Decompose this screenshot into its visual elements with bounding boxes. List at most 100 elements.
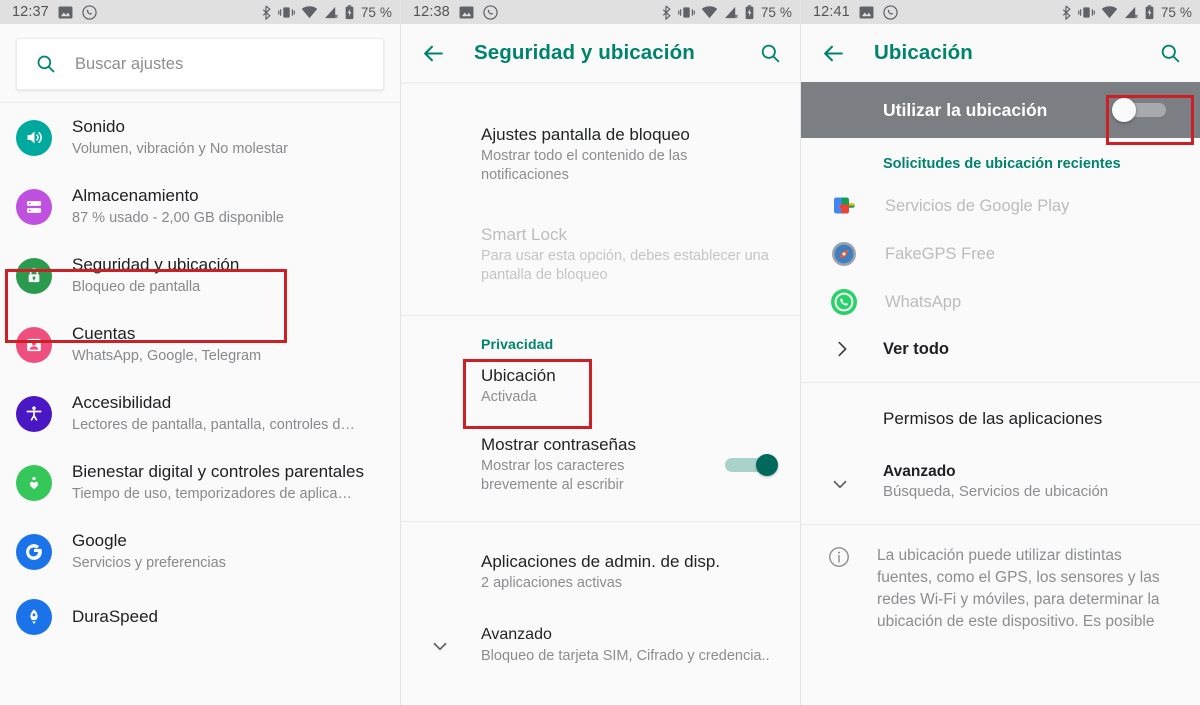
row-title: Ubicación — [481, 366, 556, 385]
battery-percent: 75 % — [1160, 4, 1192, 20]
row-ajustes-pantalla-bloqueo[interactable]: Ajustes pantalla de bloqueo Mostrar todo… — [401, 107, 800, 201]
search-icon — [37, 55, 55, 73]
row-desc: Mostrar todo el contenido de las notific… — [481, 148, 688, 183]
item-subtitle: Bloqueo de pantalla — [72, 279, 201, 295]
use-location-toggle[interactable] — [1112, 98, 1166, 122]
page-title: Seguridad y ubicación — [474, 41, 695, 64]
status-bar-right-3: 75 % — [1061, 5, 1192, 20]
section-header-privacidad: Privacidad — [481, 336, 554, 352]
divider-admin — [401, 521, 800, 522]
status-bar-left-2: 12:38 — [413, 4, 498, 20]
item-title: Sonido — [72, 117, 125, 136]
item-title: Seguridad y ubicación — [72, 255, 240, 274]
toggle-knob — [756, 454, 778, 476]
settings-item-sonido[interactable]: Sonido Volumen, vibración y No molestar — [0, 103, 400, 172]
row-desc: Bloqueo de tarjeta SIM, Cifrado y creden… — [481, 648, 770, 664]
settings-item-bienestar-digital[interactable]: Bienestar digital y controles parentales… — [0, 448, 400, 517]
item-title: Bienestar digital y controles parentales — [72, 462, 364, 481]
item-subtitle: WhatsApp, Google, Telegram — [72, 348, 262, 364]
status-clock: 12:38 — [413, 4, 450, 20]
toggle-knob — [1112, 98, 1136, 122]
three-screenshot-strip: 12:37 75 % Buscar ajustes Sonido Volumen… — [0, 0, 1200, 705]
status-bar-right-1: 75 % — [261, 5, 392, 20]
bluetooth-icon — [262, 4, 271, 20]
page-title: Ubicación — [874, 41, 973, 64]
permissions-label: Permisos de las aplicaciones — [883, 409, 1103, 428]
storage-icon — [16, 188, 52, 225]
row-desc: Búsqueda, Servicios de ubicación — [883, 483, 1109, 500]
app-bar-2: Seguridad y ubicación — [401, 24, 800, 82]
app-request-fakegps[interactable]: FakeGPS Free — [801, 230, 1200, 278]
use-location-master-row[interactable]: Utilizar la ubicación — [801, 82, 1200, 138]
location-info-note: La ubicación puede utilizar distintas fu… — [801, 525, 1200, 633]
settings-item-text: Seguridad y ubicación Bloqueo de pantall… — [72, 254, 239, 297]
battery-charging-icon — [1145, 4, 1154, 19]
back-arrow-icon[interactable] — [821, 41, 846, 66]
master-label: Utilizar la ubicación — [883, 99, 1048, 120]
account-icon — [16, 326, 52, 363]
search-input[interactable]: Buscar ajustes — [16, 38, 384, 90]
settings-item-text: Cuentas WhatsApp, Google, Telegram — [72, 323, 261, 366]
photo-icon — [859, 5, 874, 19]
row-smart-lock: Smart Lock Para usar esta opción, debes … — [401, 201, 800, 301]
search-icon[interactable] — [759, 42, 782, 65]
row-avanzado-location[interactable]: Avanzado Búsqueda, Servicios de ubicació… — [801, 453, 1200, 514]
show-passwords-toggle[interactable] — [722, 454, 778, 476]
status-bar-3: 12:41 75 % — [801, 0, 1200, 24]
status-bar-left-1: 12:37 — [12, 4, 97, 20]
settings-list: Sonido Volumen, vibración y No molestar … — [0, 103, 400, 648]
settings-item-text: Google Servicios y preferencias — [72, 530, 226, 573]
signal-off-icon — [724, 6, 738, 18]
row-mostrar-contrasenas[interactable]: Mostrar contraseñas Mostrar los caracter… — [401, 419, 800, 511]
play-services-icon — [829, 191, 859, 221]
location-screen: 12:41 75 % Ubicación Utilizar la ubicaci… — [800, 0, 1200, 705]
status-clock: 12:41 — [813, 4, 850, 20]
battery-percent: 75 % — [760, 4, 792, 20]
status-bar-2: 12:38 75 % — [401, 0, 800, 24]
app-name: Servicios de Google Play — [885, 196, 1070, 215]
item-subtitle: Tiempo de uso, temporizadores de aplica… — [72, 486, 352, 502]
settings-item-accesibilidad[interactable]: Accesibilidad Lectores de pantalla, pant… — [0, 379, 400, 448]
settings-main-screen: 12:37 75 % Buscar ajustes Sonido Volumen… — [0, 0, 400, 705]
row-desc: Activada — [481, 389, 537, 405]
status-bar-right-2: 75 % — [661, 5, 792, 20]
wellbeing-icon — [16, 464, 52, 501]
back-arrow-icon[interactable] — [421, 41, 446, 66]
row-title: Mostrar contraseñas — [481, 435, 636, 454]
see-all-row[interactable]: Ver todo — [801, 326, 1200, 372]
row-aplicaciones-admin[interactable]: Aplicaciones de admin. de disp. 2 aplica… — [401, 528, 800, 609]
row-app-permissions[interactable]: Permisos de las aplicaciones — [801, 383, 1200, 453]
accessibility-icon — [16, 395, 52, 432]
wifi-icon — [701, 5, 718, 18]
settings-item-google[interactable]: Google Servicios y preferencias — [0, 517, 400, 586]
row-ubicacion[interactable]: Ubicación Activada — [401, 356, 800, 419]
item-subtitle: Volumen, vibración y No molestar — [72, 141, 288, 157]
info-text: La ubicación puede utilizar distintas fu… — [877, 547, 1160, 630]
app-bar-3: Ubicación — [801, 24, 1200, 82]
whatsapp-icon — [883, 4, 898, 20]
section-header-recent-requests: Solicitudes de ubicación recientes — [883, 156, 1121, 172]
settings-item-cuentas[interactable]: Cuentas WhatsApp, Google, Telegram — [0, 310, 400, 379]
vibrate-icon — [1078, 6, 1095, 18]
settings-item-duraspeed[interactable]: DuraSpeed — [0, 586, 400, 648]
search-icon[interactable] — [1159, 42, 1182, 65]
battery-charging-icon — [745, 4, 754, 19]
vibrate-icon — [678, 6, 695, 18]
row-title: Avanzado — [883, 463, 956, 480]
status-clock: 12:37 — [12, 4, 49, 20]
app-request-play-services[interactable]: Servicios de Google Play — [801, 182, 1200, 230]
row-desc: Para usar esta opción, debes establecer … — [481, 248, 769, 283]
item-title: Cuentas — [72, 324, 136, 343]
compass-icon — [829, 239, 859, 269]
settings-item-seguridad-y-ubicacion[interactable]: Seguridad y ubicación Bloqueo de pantall… — [0, 241, 400, 310]
settings-item-almacenamiento[interactable]: Almacenamiento 87 % usado - 2,00 GB disp… — [0, 172, 400, 241]
signal-off-icon — [324, 6, 338, 18]
photo-icon — [58, 5, 73, 19]
item-title: Accesibilidad — [72, 393, 172, 412]
row-title: Avanzado — [481, 626, 552, 643]
battery-percent: 75 % — [360, 4, 392, 20]
row-avanzado[interactable]: Avanzado Bloqueo de tarjeta SIM, Cifrado… — [401, 609, 800, 682]
row-title: Ajustes pantalla de bloqueo — [481, 125, 690, 144]
app-request-whatsapp[interactable]: WhatsApp — [801, 278, 1200, 326]
lock-icon — [16, 257, 52, 294]
